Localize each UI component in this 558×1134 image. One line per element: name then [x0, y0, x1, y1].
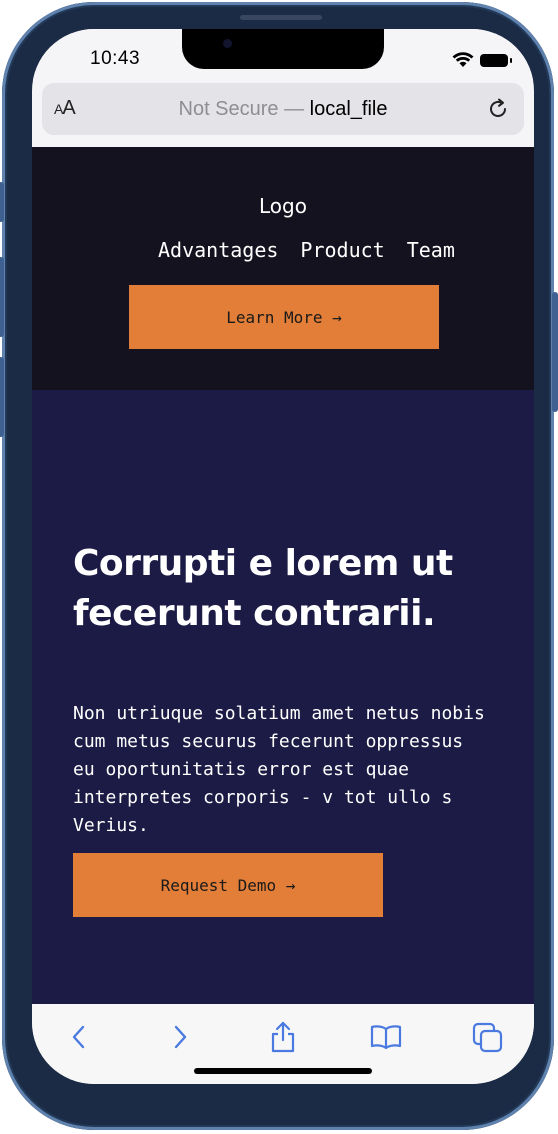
forward-icon[interactable] — [170, 1024, 190, 1050]
nav-advantages[interactable]: Advantages — [158, 238, 278, 262]
status-time: 10:43 — [90, 48, 141, 69]
nav-team[interactable]: Team — [407, 238, 455, 262]
site-header: Logo Advantages Product Team Learn More … — [32, 147, 534, 390]
share-icon[interactable] — [269, 1020, 297, 1054]
wifi-icon — [452, 52, 474, 67]
address-bar[interactable]: AA Not Secure — local_file — [42, 83, 524, 135]
back-icon[interactable] — [69, 1024, 89, 1050]
home-indicator[interactable] — [194, 1068, 372, 1074]
site-logo[interactable]: Logo — [32, 194, 534, 218]
notch — [182, 29, 384, 69]
bookmarks-icon[interactable] — [370, 1024, 402, 1050]
silent-switch — [0, 182, 4, 222]
power-button — [552, 292, 558, 412]
site-nav: Advantages Product Team — [158, 238, 455, 262]
volume-up-button — [0, 257, 4, 337]
url-display[interactable]: Not Secure — local_file — [42, 98, 524, 121]
hero-section: Corrupti e lorem ut fecerunt contrarii. … — [32, 390, 534, 1004]
tabs-icon[interactable] — [472, 1022, 504, 1054]
phone-frame: 10:43 AA Not Secure — local_file Logo Ad… — [0, 2, 558, 1130]
earpiece-speaker — [240, 15, 322, 20]
hero-headline: Corrupti e lorem ut fecerunt contrarii. — [73, 543, 453, 634]
request-demo-button[interactable]: Request Demo → — [73, 853, 383, 917]
volume-down-button — [0, 357, 4, 437]
url-label: local_file — [309, 98, 388, 120]
web-page: Logo Advantages Product Team Learn More … — [32, 147, 534, 1004]
learn-more-button[interactable]: Learn More → — [129, 285, 439, 349]
battery-icon — [480, 54, 512, 67]
security-label: Not Secure — — [178, 98, 305, 120]
hero-body: Non utriuque solatium amet netus nobis c… — [73, 703, 485, 836]
nav-product[interactable]: Product — [300, 238, 384, 262]
reload-icon[interactable] — [486, 97, 510, 121]
front-camera — [223, 39, 232, 48]
phone-screen: 10:43 AA Not Secure — local_file Logo Ad… — [32, 29, 534, 1084]
